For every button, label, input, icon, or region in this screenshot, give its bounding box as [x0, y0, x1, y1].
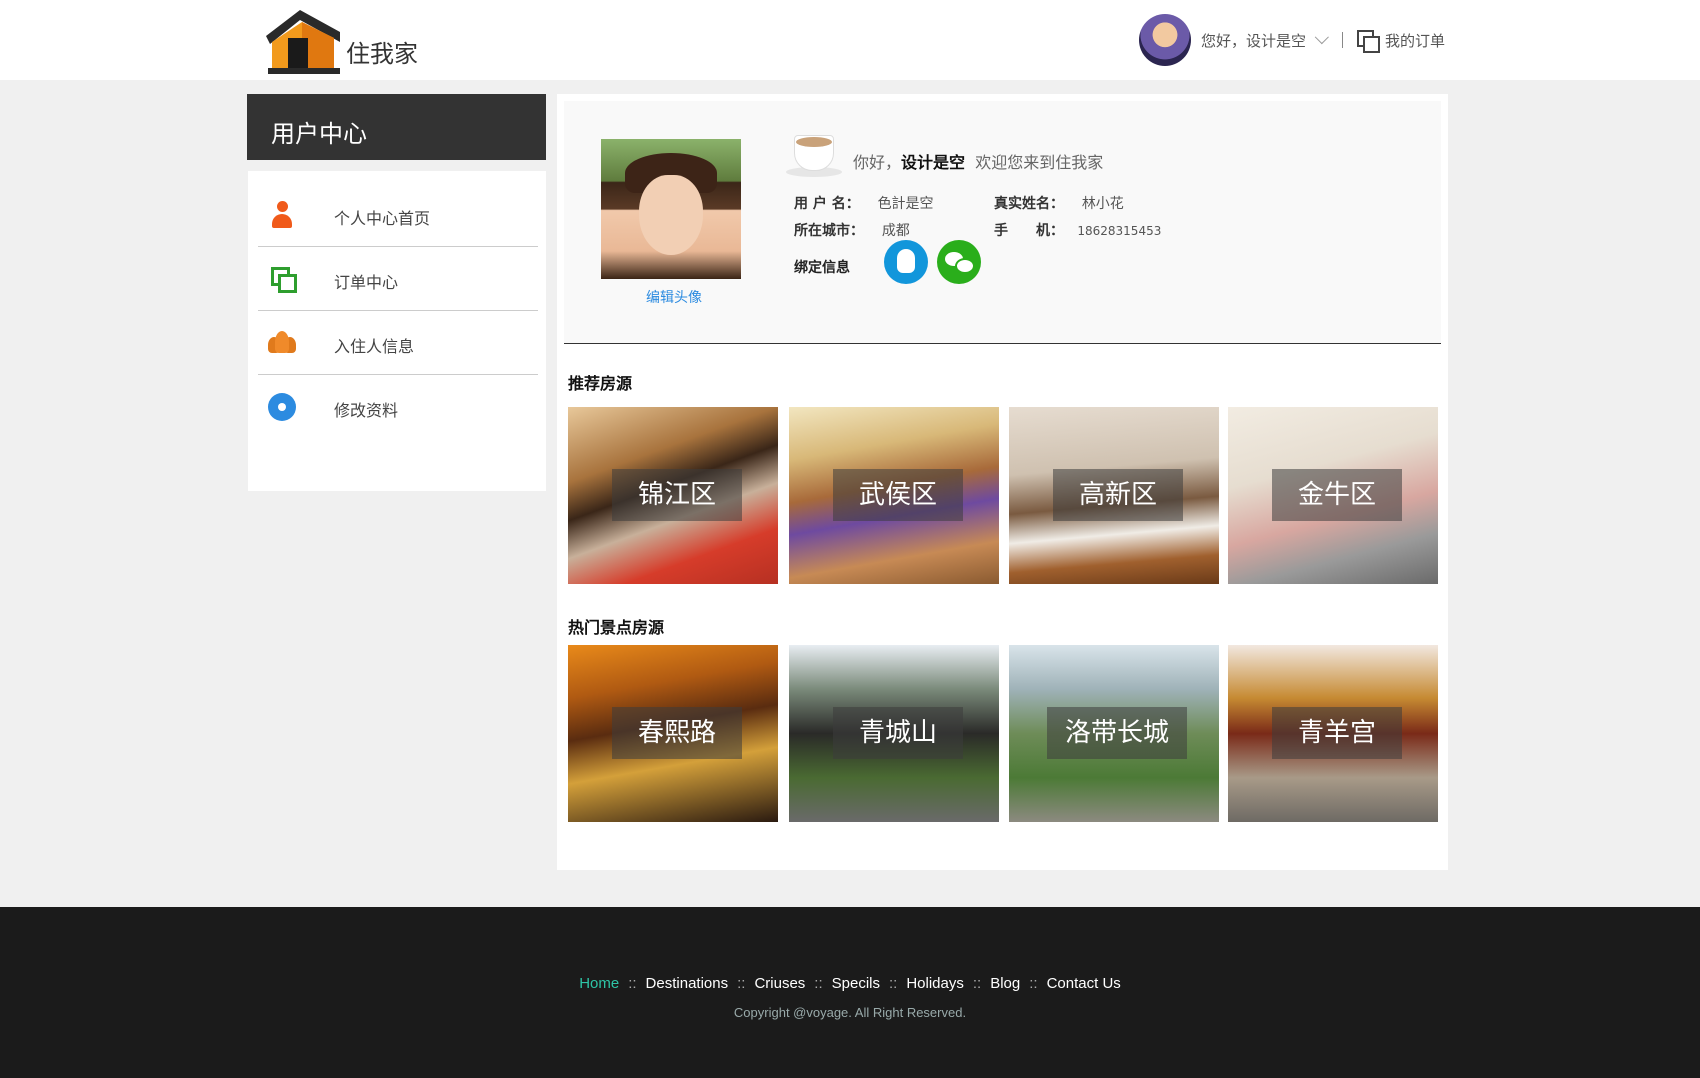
tile-label: 洛带长城 — [1047, 707, 1187, 759]
footer-link-home[interactable]: Home — [579, 975, 619, 992]
house-logo-icon — [266, 10, 340, 74]
sidebar-menu: 个人中心首页 订单中心 入住人信息 修改资料 — [248, 171, 546, 491]
footer-link-blog[interactable]: Blog — [990, 975, 1020, 992]
profile-photo[interactable] — [601, 139, 741, 279]
copyright: Copyright @voyage. All Right Reserved. — [733, 1005, 967, 1020]
main-panel: 编辑头像 你好，设计是空 欢迎您来到住我家 用 户 名： 色計是空 真实姓名： … — [557, 94, 1448, 870]
username-bold: 设计是空 — [901, 153, 966, 172]
bind-info-label: 绑定信息 — [794, 260, 850, 276]
orders-icon — [268, 265, 297, 293]
sidebar-item-label: 订单中心 — [334, 273, 399, 292]
sidebar-item-label: 修改资料 — [334, 401, 399, 420]
logo-text: 住我家 — [346, 40, 418, 68]
footer-link-destinations[interactable]: Destinations — [646, 975, 729, 992]
site-footer: Home:: Destinations:: Criuses:: Specils:: Ho… — [0, 907, 1700, 1078]
user-greeting[interactable]: 您好，设计是空 — [1201, 30, 1306, 51]
sidebar-item-orders[interactable]: 订单中心 — [258, 247, 538, 311]
username-value: 色計是空 — [877, 196, 934, 212]
tile-jinjiang[interactable]: 锦江区 — [568, 407, 778, 584]
sidebar-title: 用户中心 — [247, 94, 546, 160]
person-icon — [268, 201, 296, 229]
footer-link-holidays[interactable]: Holidays — [906, 975, 964, 992]
my-orders-link[interactable]: 我的订单 — [1385, 30, 1445, 51]
tile-jinniu[interactable]: 金牛区 — [1228, 407, 1438, 584]
settings-icon — [268, 393, 296, 421]
user-area: 您好，设计是空 我的订单 — [1138, 14, 1445, 66]
tile-label: 金牛区 — [1272, 469, 1402, 521]
tile-label: 青羊宫 — [1272, 707, 1402, 759]
sidebar-item-guests[interactable]: 入住人信息 — [258, 311, 538, 375]
username-row: 用 户 名： 色計是空 — [794, 196, 934, 212]
footer-link-contact[interactable]: Contact Us — [1047, 975, 1121, 992]
edit-avatar-link[interactable]: 编辑头像 — [646, 287, 702, 307]
phone-row: 手 机： 18628315453 — [994, 223, 1162, 239]
site-logo[interactable]: 住我家 — [260, 6, 430, 76]
city-row: 所在城市： 成都 — [794, 223, 910, 239]
footer-link-cruises[interactable]: Criuses — [754, 975, 805, 992]
recommended-title: 推荐房源 — [568, 374, 633, 393]
phone-value: 18628315453 — [1077, 224, 1162, 238]
tile-label: 武侯区 — [833, 469, 963, 521]
tile-wuhou[interactable]: 武侯区 — [789, 407, 999, 584]
wechat-icon[interactable] — [937, 240, 981, 284]
tile-label: 锦江区 — [612, 469, 742, 521]
sidebar-item-home[interactable]: 个人中心首页 — [258, 183, 538, 247]
tile-label: 高新区 — [1053, 469, 1183, 521]
top-header: 住我家 您好，设计是空 我的订单 — [0, 0, 1700, 80]
profile-card: 编辑头像 你好，设计是空 欢迎您来到住我家 用 户 名： 色計是空 真实姓名： … — [564, 101, 1441, 344]
guests-icon — [268, 329, 296, 357]
footer-link-specials[interactable]: Specils — [832, 975, 880, 992]
hot-spots-title: 热门景点房源 — [568, 618, 665, 637]
realname-value: 林小花 — [1081, 196, 1124, 212]
tile-qingcheng-mountain[interactable]: 青城山 — [789, 645, 999, 822]
sidebar-item-settings[interactable]: 修改资料 — [258, 375, 538, 439]
orders-icon[interactable] — [1356, 30, 1380, 53]
tile-gaoxin[interactable]: 高新区 — [1009, 407, 1219, 584]
qq-icon[interactable] — [884, 240, 928, 284]
chevron-down-icon[interactable] — [1314, 30, 1329, 45]
sidebar-item-label: 入住人信息 — [334, 337, 415, 356]
footer-nav: Home:: Destinations:: Criuses:: Specils:: Ho… — [579, 975, 1121, 992]
city-value: 成都 — [881, 223, 910, 239]
tile-chunxi-road[interactable]: 春熙路 — [568, 645, 778, 822]
welcome-message: 你好，设计是空 欢迎您来到住我家 — [853, 153, 1104, 172]
realname-row: 真实姓名： 林小花 — [994, 196, 1124, 212]
coffee-cup-icon — [786, 127, 846, 179]
sidebar-item-label: 个人中心首页 — [334, 209, 431, 228]
tile-label: 春熙路 — [612, 707, 742, 759]
user-avatar[interactable] — [1138, 14, 1191, 66]
tile-qingyang-palace[interactable]: 青羊宫 — [1228, 645, 1438, 822]
tile-luodai-wall[interactable]: 洛带长城 — [1009, 645, 1219, 822]
tile-label: 青城山 — [833, 707, 963, 759]
divider — [1341, 32, 1343, 48]
